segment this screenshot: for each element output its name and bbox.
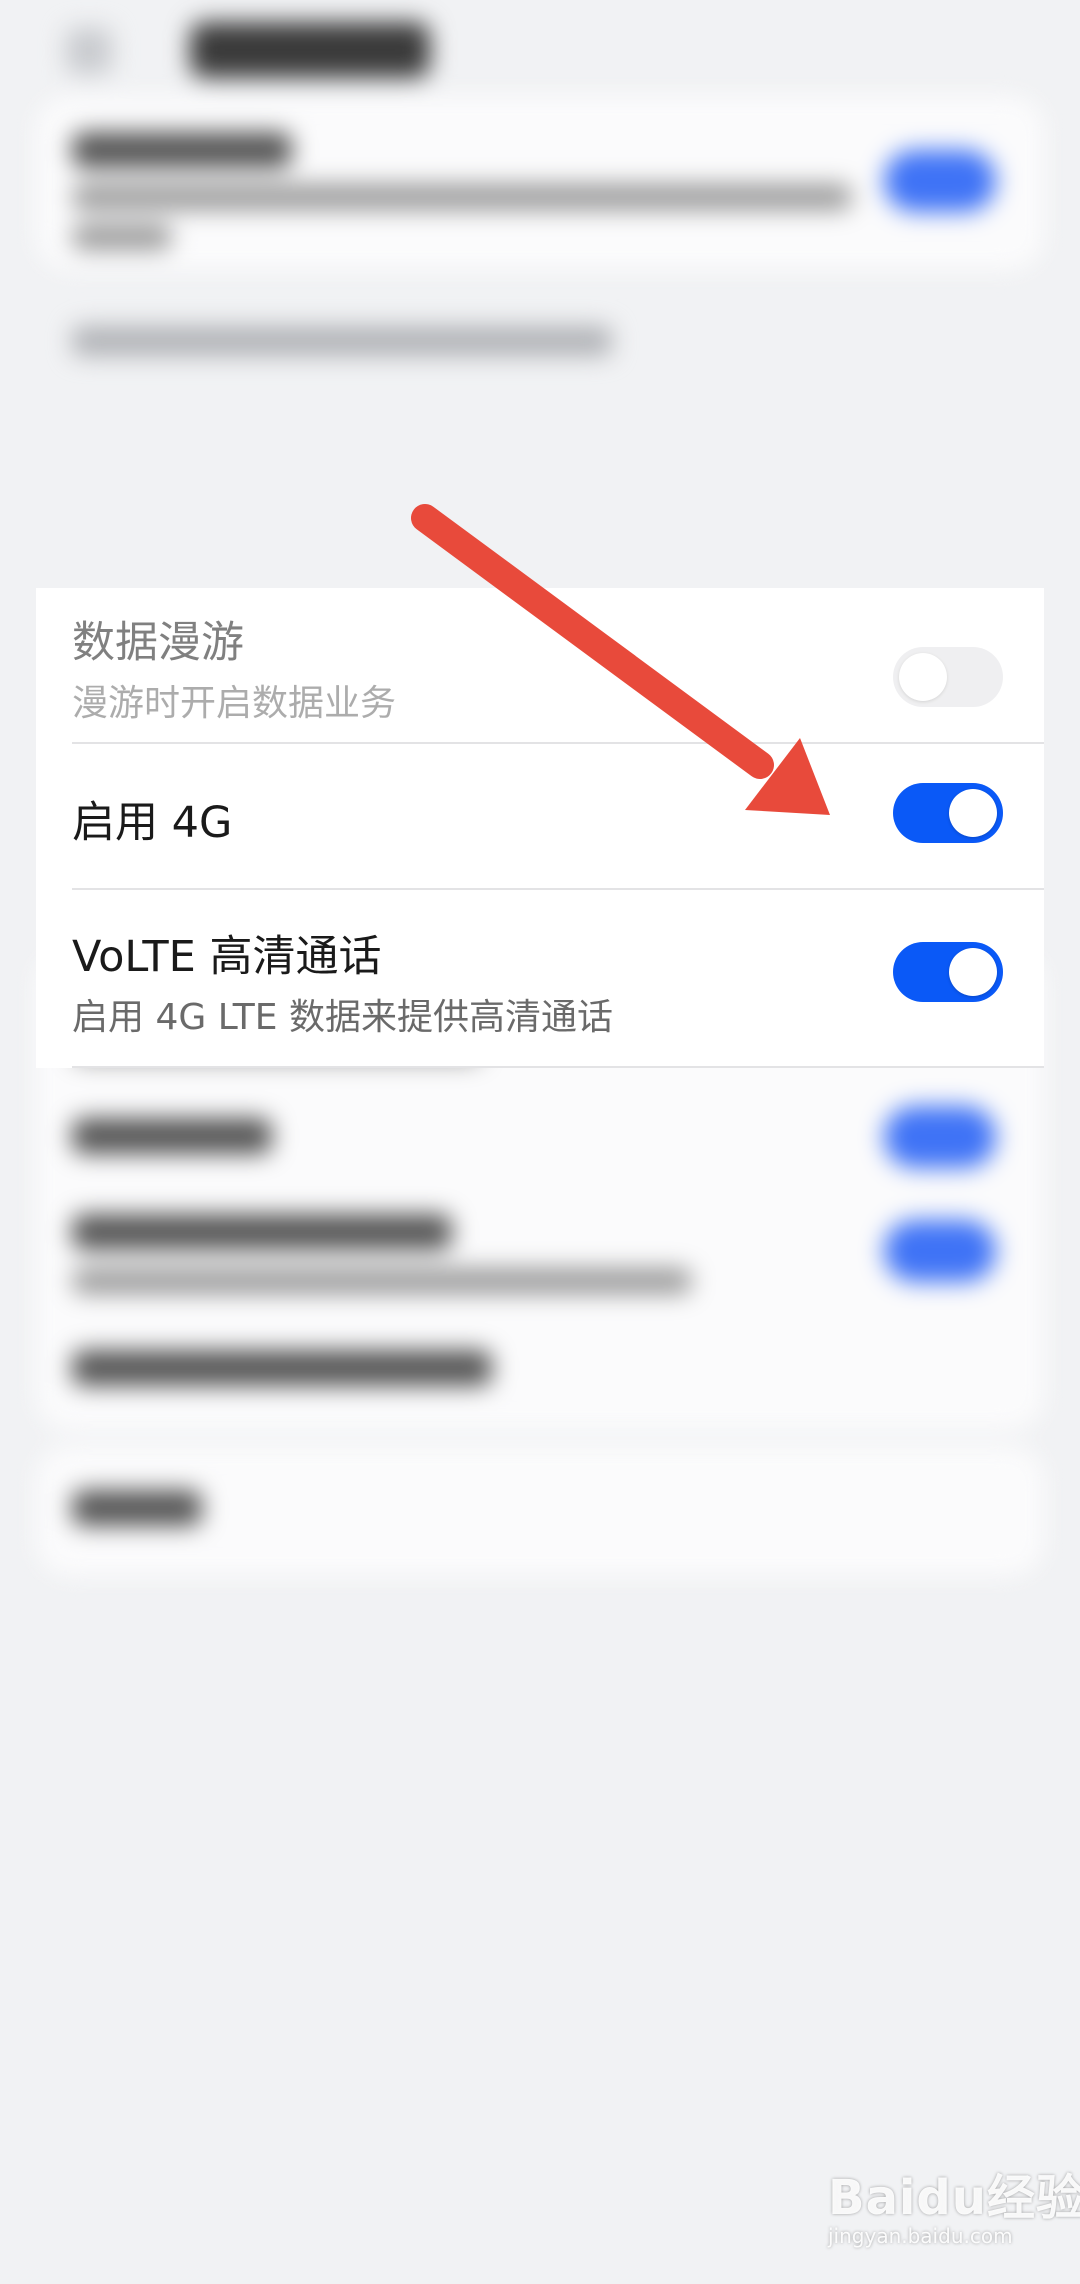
data-roaming-row[interactable]: 数据漫游 漫游时开启数据业务 <box>36 588 1044 742</box>
enable-4g-toggle[interactable] <box>893 783 1003 843</box>
blurred-card-bottom <box>36 1446 1044 1576</box>
enable-4g-title: 启用 4G <box>72 798 233 848</box>
settings-screen: 数据漫游 漫游时开启数据业务 启用 4G VoLTE 高清通话 启用 4G LT… <box>0 0 1080 2284</box>
volte-row[interactable]: VoLTE 高清通话 启用 4G LTE 数据来提供高清通话 <box>36 890 1044 1066</box>
data-roaming-toggle[interactable] <box>893 647 1003 707</box>
data-roaming-title: 数据漫游 <box>72 618 244 668</box>
blurred-background <box>0 0 1080 2284</box>
back-icon[interactable] <box>66 28 112 74</box>
volte-title: VoLTE 高清通话 <box>72 932 382 982</box>
toggle-knob <box>949 789 997 837</box>
page-title-blurred <box>190 22 430 78</box>
volte-subtitle: 启用 4G LTE 数据来提供高清通话 <box>72 997 613 1038</box>
blurred-card-top <box>36 96 1044 270</box>
toggle-knob <box>899 653 947 701</box>
volte-toggle[interactable] <box>893 942 1003 1002</box>
watermark-logo: Baidu经验 <box>828 2170 1080 2226</box>
mobile-network-settings-card: 数据漫游 漫游时开启数据业务 启用 4G VoLTE 高清通话 启用 4G LT… <box>36 588 1044 1068</box>
toggle-knob <box>949 948 997 996</box>
enable-4g-row[interactable]: 启用 4G <box>36 744 1044 888</box>
data-roaming-subtitle: 漫游时开启数据业务 <box>72 683 397 724</box>
baidu-watermark: Baidu经验 jingyan.baidu.com <box>828 2158 1080 2248</box>
divider <box>72 1066 1044 1068</box>
